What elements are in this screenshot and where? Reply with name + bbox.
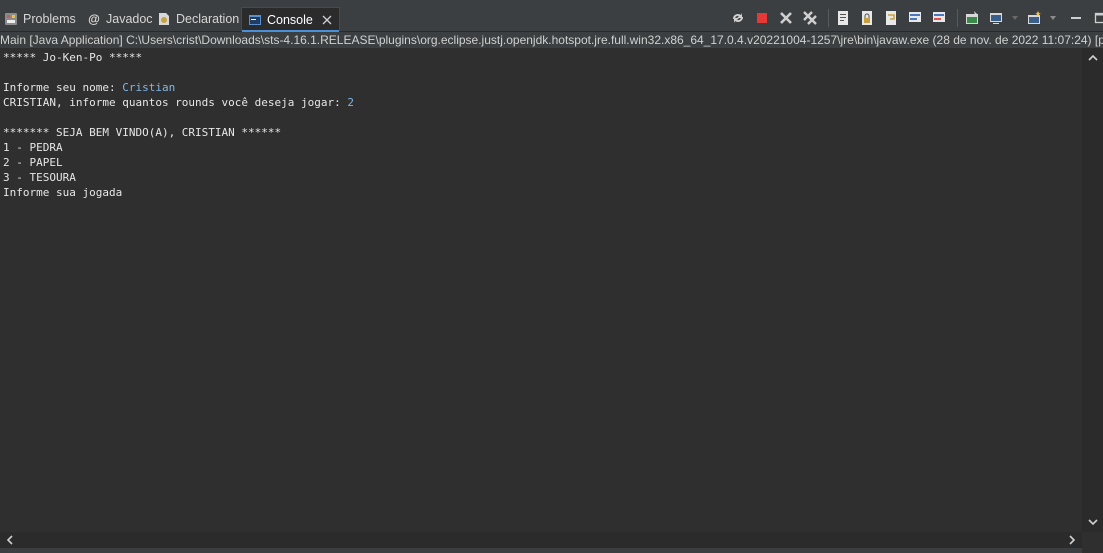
console-line: CRISTIAN, informe quantos rounds você de… — [3, 95, 354, 110]
vertical-scrollbar[interactable] — [1082, 48, 1103, 532]
pin-view-icon[interactable] — [962, 8, 982, 28]
console-user-input: 2 — [347, 96, 354, 109]
show-console-stdout-icon[interactable] — [905, 8, 925, 28]
tab-problems[interactable]: Problems — [4, 7, 76, 31]
console-prompt: CRISTIAN, informe quantos rounds você de… — [3, 96, 348, 109]
tab-declaration[interactable]: Declaration — [157, 7, 239, 31]
bottom-border — [0, 548, 1082, 553]
console-icon — [248, 13, 262, 27]
remove-launch-icon[interactable] — [776, 8, 796, 28]
chevron-down-icon[interactable] — [1010, 8, 1020, 28]
scroll-right-icon[interactable] — [1064, 532, 1080, 548]
view-tab-bar: Problems @ Javadoc Declaration Console — [0, 0, 1103, 32]
maximize-icon[interactable] — [1090, 8, 1103, 28]
declaration-icon — [157, 12, 171, 26]
javadoc-icon: @ — [88, 12, 100, 26]
close-icon[interactable] — [321, 14, 333, 26]
console-line: 1 - PEDRA — [3, 141, 63, 154]
minimize-icon[interactable] — [1066, 8, 1086, 28]
tab-problems-label: Problems — [23, 12, 76, 26]
clear-console-icon[interactable] — [833, 8, 853, 28]
display-selected-console-icon[interactable] — [986, 8, 1006, 28]
tab-javadoc-label: Javadoc — [106, 12, 153, 26]
remove-all-terminated-icon[interactable] — [800, 8, 820, 28]
console-line: 3 - TESOURA — [3, 171, 76, 184]
console-prompt: Informe seu nome: — [3, 81, 123, 94]
console-toolbar — [728, 8, 1103, 28]
open-console-icon[interactable] — [1024, 8, 1044, 28]
terminate-button[interactable] — [752, 8, 772, 28]
scroll-down-icon[interactable] — [1082, 514, 1103, 530]
console-line: Informe seu nome: Cristian — [3, 80, 175, 95]
scroll-left-icon[interactable] — [2, 532, 18, 548]
scroll-up-icon[interactable] — [1082, 50, 1103, 66]
show-console-stderr-icon[interactable] — [929, 8, 949, 28]
tab-javadoc[interactable]: @ Javadoc — [87, 7, 153, 31]
problems-icon — [4, 12, 18, 26]
tab-declaration-label: Declaration — [176, 12, 240, 26]
console-line: ******* SEJA BEM VINDO(A), CRISTIAN ****… — [3, 126, 282, 139]
toolbar-separator — [957, 9, 958, 27]
console-line: Informe sua jogada — [3, 186, 123, 199]
scroll-lock-icon[interactable] — [857, 8, 877, 28]
toolbar-separator — [828, 9, 829, 27]
launch-description: Main [Java Application] C:\Users\crist\D… — [0, 32, 1103, 48]
chevron-down-icon[interactable] — [1048, 8, 1058, 28]
tab-console-label: Console — [267, 12, 313, 27]
word-wrap-icon[interactable] — [881, 8, 901, 28]
pin-console-icon[interactable] — [728, 8, 748, 28]
console-output[interactable]: ***** Jo-Ken-Po ***** Informe seu nome: … — [0, 48, 1082, 532]
console-user-input: Cristian — [122, 81, 176, 94]
scrollbar-corner — [1082, 532, 1103, 553]
tab-console[interactable]: Console — [241, 7, 340, 32]
console-line: 2 - PAPEL — [3, 156, 63, 169]
horizontal-scrollbar[interactable] — [0, 532, 1082, 548]
console-line: ***** Jo-Ken-Po ***** — [3, 51, 143, 64]
